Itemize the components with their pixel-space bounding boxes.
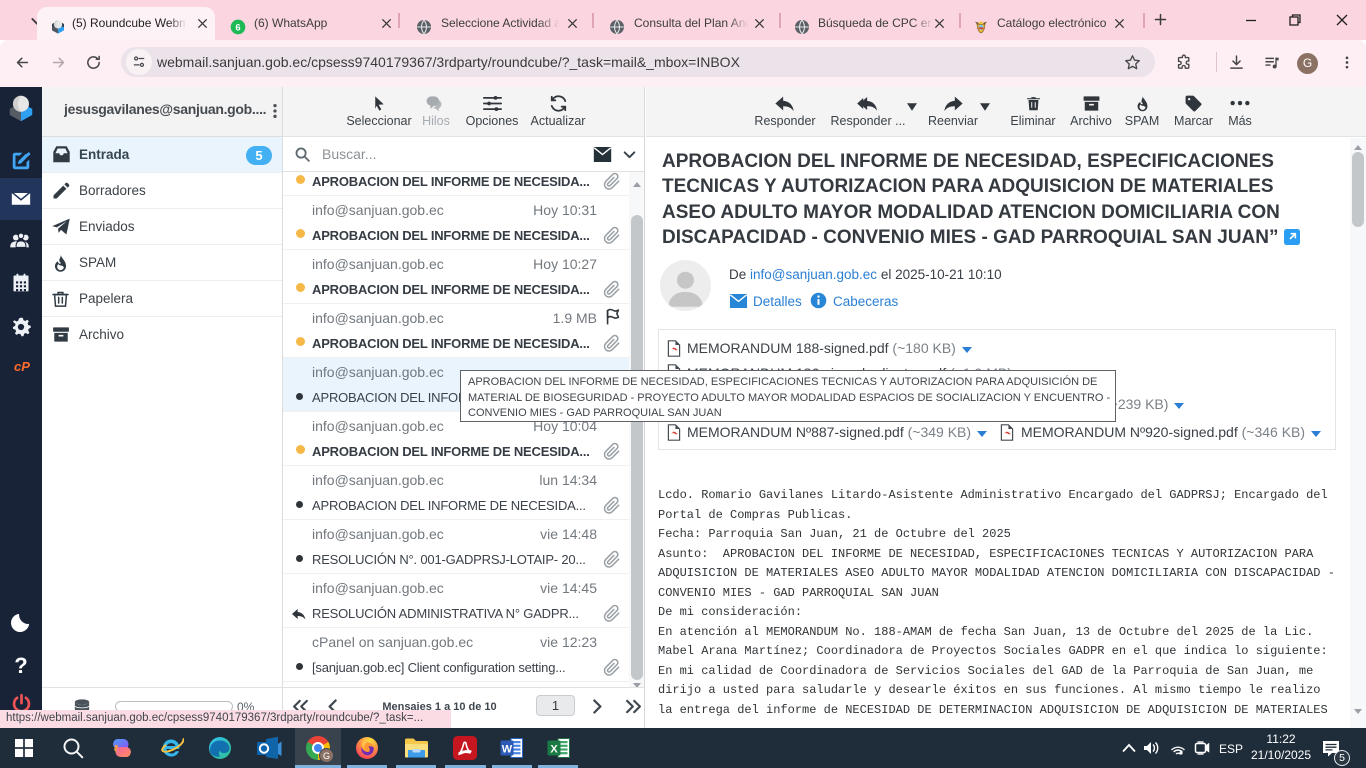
svg-text:X: X	[550, 744, 558, 756]
svg-text:6: 6	[235, 22, 240, 32]
svg-text:W: W	[502, 744, 513, 756]
